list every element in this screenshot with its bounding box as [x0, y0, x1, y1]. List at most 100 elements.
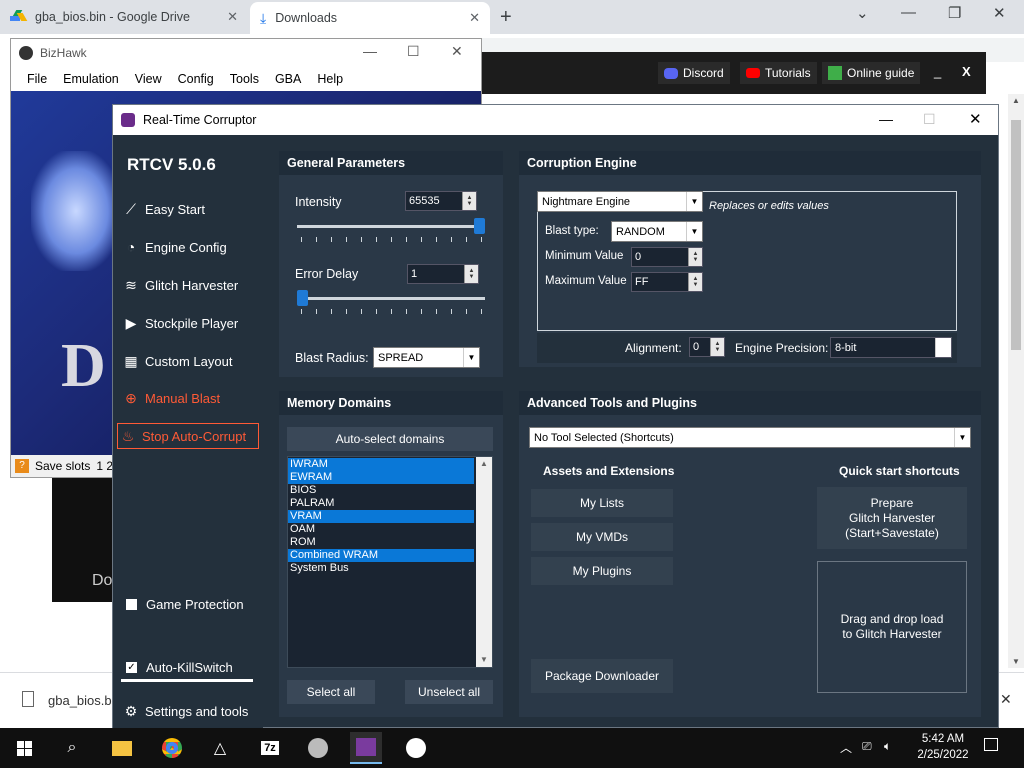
minimum-value-field[interactable]: 0 ▲ ▼ [631, 247, 703, 267]
page-scroll-thumb[interactable] [1011, 120, 1021, 350]
my-plugins-button[interactable]: My Plugins [531, 557, 673, 585]
menu-config[interactable]: Config [170, 72, 222, 86]
search-icon[interactable]: ⌕ [56, 732, 88, 764]
memory-domain-item[interactable]: PALRAM [288, 497, 474, 510]
sidebar-item-manual-blast[interactable]: ⊕ Manual Blast [121, 385, 261, 411]
sidebar-item-custom-layout[interactable]: ▦ Custom Layout [121, 348, 261, 374]
minimize-window-button[interactable]: — [901, 4, 916, 21]
chrome-icon[interactable] [156, 732, 188, 764]
discord-button[interactable]: Discord [658, 62, 730, 84]
download-file-name[interactable]: gba_bios.bi [48, 693, 115, 708]
memory-domain-item[interactable]: EWRAM [288, 471, 474, 484]
select-all-button[interactable]: Select all [287, 680, 375, 704]
maximum-value-field[interactable]: FF ▲ ▼ [631, 272, 703, 292]
browser-tab-downloads[interactable]: ⤓ Downloads ✕ [250, 2, 490, 34]
new-tab-button[interactable]: + [500, 6, 512, 29]
intensity-slider-track[interactable] [297, 225, 485, 228]
scroll-down-icon[interactable]: ▼ [480, 655, 488, 664]
tool-select[interactable]: No Tool Selected (Shortcuts) ▼ [529, 427, 971, 448]
online-guide-button[interactable]: Online guide [822, 62, 921, 84]
memory-domain-item[interactable]: Combined WRAM [288, 549, 474, 562]
scroll-up-icon[interactable]: ▲ [1012, 96, 1020, 105]
unselect-all-button[interactable]: Unselect all [405, 680, 493, 704]
banner-close-button[interactable]: X [962, 64, 971, 79]
close-button[interactable]: ✕ [451, 43, 463, 60]
spinner-icon[interactable]: ▲ ▼ [462, 192, 476, 210]
scroll-up-icon[interactable]: ▲ [480, 459, 488, 468]
close-tab-icon[interactable]: ✕ [469, 10, 480, 26]
file-explorer-icon[interactable] [106, 732, 138, 764]
minimize-button[interactable]: — [879, 111, 893, 127]
blast-type-select[interactable]: RANDOM ▼ [611, 221, 703, 242]
alignment-field[interactable]: 0 ▲ ▼ [689, 337, 725, 357]
chevron-up-icon[interactable]: ︿ [840, 739, 852, 756]
network-icon[interactable]: ⎚ [862, 739, 872, 754]
memory-domain-item[interactable]: ROM [288, 536, 474, 549]
close-tab-icon[interactable]: ✕ [227, 9, 238, 25]
checkbox-icon[interactable] [126, 598, 137, 610]
memory-list-scrollbar[interactable]: ▲ ▼ [476, 457, 492, 667]
blast-radius-select[interactable]: SPREAD ▼ [373, 347, 480, 368]
close-button[interactable]: ✕ [969, 110, 982, 128]
tutorials-button[interactable]: Tutorials [740, 62, 817, 84]
menu-file[interactable]: File [19, 72, 55, 86]
notifications-icon[interactable] [984, 738, 998, 751]
windows-start-icon[interactable] [8, 732, 40, 764]
maximize-button[interactable]: ☐ [407, 43, 420, 60]
layers-icon: ≋ [125, 276, 137, 293]
auto-select-domains-button[interactable]: Auto-select domains [287, 427, 493, 451]
sidebar-item-engine-config[interactable]: ◔ Engine Config [121, 234, 261, 260]
memory-domain-item[interactable]: OAM [288, 523, 474, 536]
rtc-taskbar-icon[interactable] [350, 732, 382, 764]
memory-domains-list[interactable]: IWRAM EWRAM BIOS PALRAM VRAM OAM ROM Combined W… [287, 456, 493, 668]
volume-icon[interactable]: 🔈︎ [884, 739, 891, 754]
scroll-down-icon[interactable]: ▼ [1012, 657, 1020, 666]
intensity-slider-thumb[interactable] [474, 218, 485, 234]
drag-drop-zone[interactable]: Drag and drop load to Glitch Harvester [817, 561, 967, 693]
error-delay-slider-thumb[interactable] [297, 290, 308, 306]
clock[interactable]: 5:42 AM 2/25/2022 [910, 731, 976, 763]
save-slots-numbers[interactable]: 1 2 [96, 459, 113, 473]
engine-select[interactable]: Nightmare Engine ▼ [537, 191, 703, 212]
menu-emulation[interactable]: Emulation [55, 72, 127, 86]
checkbox-checked-icon[interactable]: ✓ [126, 661, 137, 673]
engine-precision-select[interactable]: 8-bit ▼ [830, 337, 952, 358]
spinner-icon[interactable]: ▲ ▼ [464, 265, 478, 283]
auto-killswitch-checkbox[interactable]: ✓ Auto-KillSwitch [121, 654, 261, 680]
my-vmds-button[interactable]: My VMDs [531, 523, 673, 551]
sidebar-item-glitch-harvester[interactable]: ≋ Glitch Harvester [121, 272, 261, 298]
chevron-down-icon[interactable]: ⌄ [856, 4, 869, 22]
browser-tab-google-drive[interactable]: gba_bios.bin - Google Drive ✕ [0, 0, 248, 34]
error-delay-field[interactable]: 1 ▲ ▼ [407, 264, 479, 284]
spinner-icon[interactable]: ▲ ▼ [688, 248, 702, 266]
spinner-icon[interactable]: ▲ ▼ [710, 338, 724, 356]
package-downloader-button[interactable]: Package Downloader [531, 659, 673, 693]
menu-help[interactable]: Help [309, 72, 351, 86]
memory-domain-item[interactable]: IWRAM [288, 458, 474, 471]
menu-view[interactable]: View [127, 72, 170, 86]
settings-and-tools-button[interactable]: ⚙ Settings and tools [121, 698, 261, 724]
memory-domain-item[interactable]: VRAM [288, 510, 474, 523]
my-lists-button[interactable]: My Lists [531, 489, 673, 517]
banner-minimize-button[interactable]: _ [934, 64, 941, 79]
minimize-button[interactable]: — [363, 43, 377, 59]
sidebar-item-easy-start[interactable]: ⟋ Easy Start [121, 196, 261, 222]
memory-domain-item[interactable]: BIOS [288, 484, 474, 497]
spinner-icon[interactable]: ▲ ▼ [688, 273, 702, 291]
menu-gba[interactable]: GBA [267, 72, 309, 86]
close-window-button[interactable]: ✕ [993, 4, 1006, 22]
bizhawk-taskbar-icon[interactable] [400, 732, 432, 764]
prepare-glitch-harvester-button[interactable]: Prepare Glitch Harvester (Start+Savestat… [817, 487, 967, 549]
disc-icon[interactable] [302, 732, 334, 764]
app-icon[interactable]: △ [204, 732, 236, 764]
7zip-icon[interactable]: 7z [254, 732, 286, 764]
sidebar-item-stockpile-player[interactable]: ▶ Stockpile Player [121, 310, 261, 336]
restore-window-button[interactable]: ❐ [948, 4, 961, 22]
error-delay-slider-track[interactable] [297, 297, 485, 300]
game-protection-checkbox[interactable]: Game Protection [121, 591, 261, 617]
menu-tools[interactable]: Tools [222, 72, 267, 86]
stop-auto-corrupt-button[interactable]: ♨ Stop Auto-Corrupt [117, 423, 259, 449]
close-downloads-bar-icon[interactable]: ✕ [1000, 691, 1012, 708]
memory-domain-item[interactable]: System Bus [288, 562, 474, 575]
intensity-field[interactable]: 65535 ▲ ▼ [405, 191, 477, 211]
